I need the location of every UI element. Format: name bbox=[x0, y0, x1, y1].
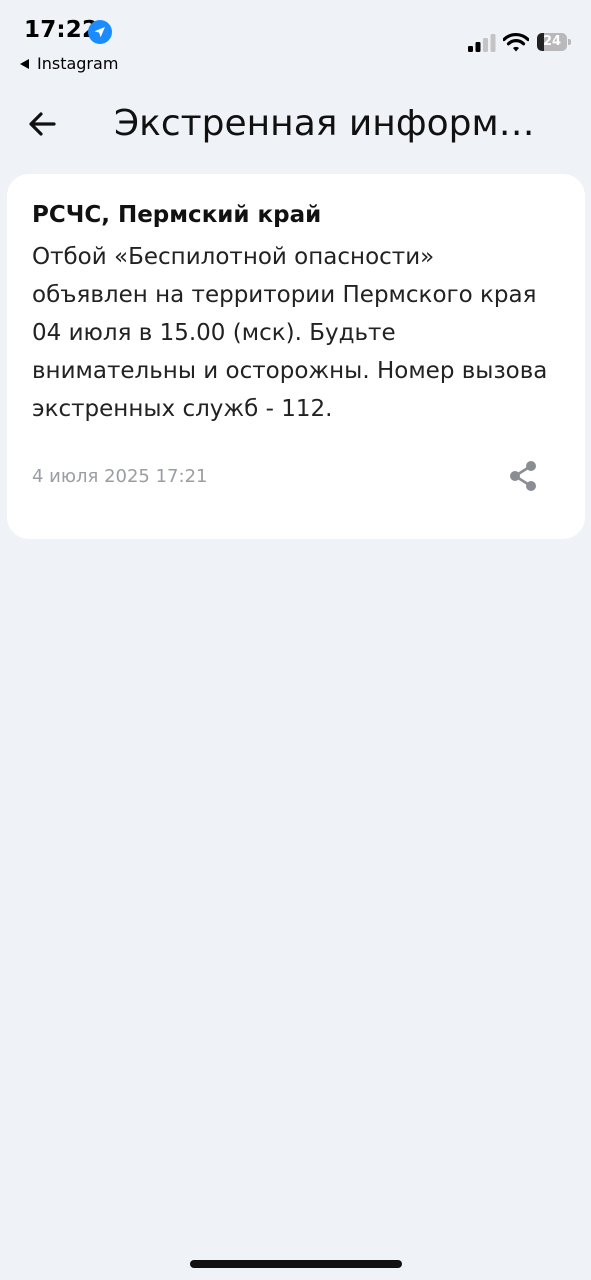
location-arrow-icon bbox=[88, 20, 112, 44]
page-title: Экстренная информа... bbox=[114, 103, 554, 144]
back-to-app-link[interactable]: Instagram bbox=[20, 54, 118, 73]
alert-message: Отбой «Беспилотной опасности» объявлен н… bbox=[32, 244, 548, 422]
alert-card: РСЧС, Пермский край Отбой «Беспилотной о… bbox=[7, 174, 585, 539]
share-icon[interactable] bbox=[505, 458, 541, 494]
battery-cap bbox=[568, 39, 571, 45]
wifi-icon bbox=[503, 32, 529, 52]
back-app-label: Instagram bbox=[37, 54, 119, 73]
battery-indicator: 24 bbox=[537, 33, 571, 51]
back-triangle-icon bbox=[20, 58, 29, 69]
battery-level: 24 bbox=[542, 34, 562, 49]
alert-sender: РСЧС, Пермский край bbox=[32, 202, 322, 228]
status-bar: 17:22 Instagram 24 bbox=[0, 0, 591, 80]
cellular-signal-icon bbox=[468, 34, 496, 52]
home-indicator[interactable] bbox=[190, 1260, 402, 1268]
page-header: Экстренная информа... bbox=[0, 92, 591, 156]
alert-date: 4 июля 2025 17:21 bbox=[32, 466, 208, 487]
arrow-left-icon[interactable] bbox=[24, 106, 64, 142]
